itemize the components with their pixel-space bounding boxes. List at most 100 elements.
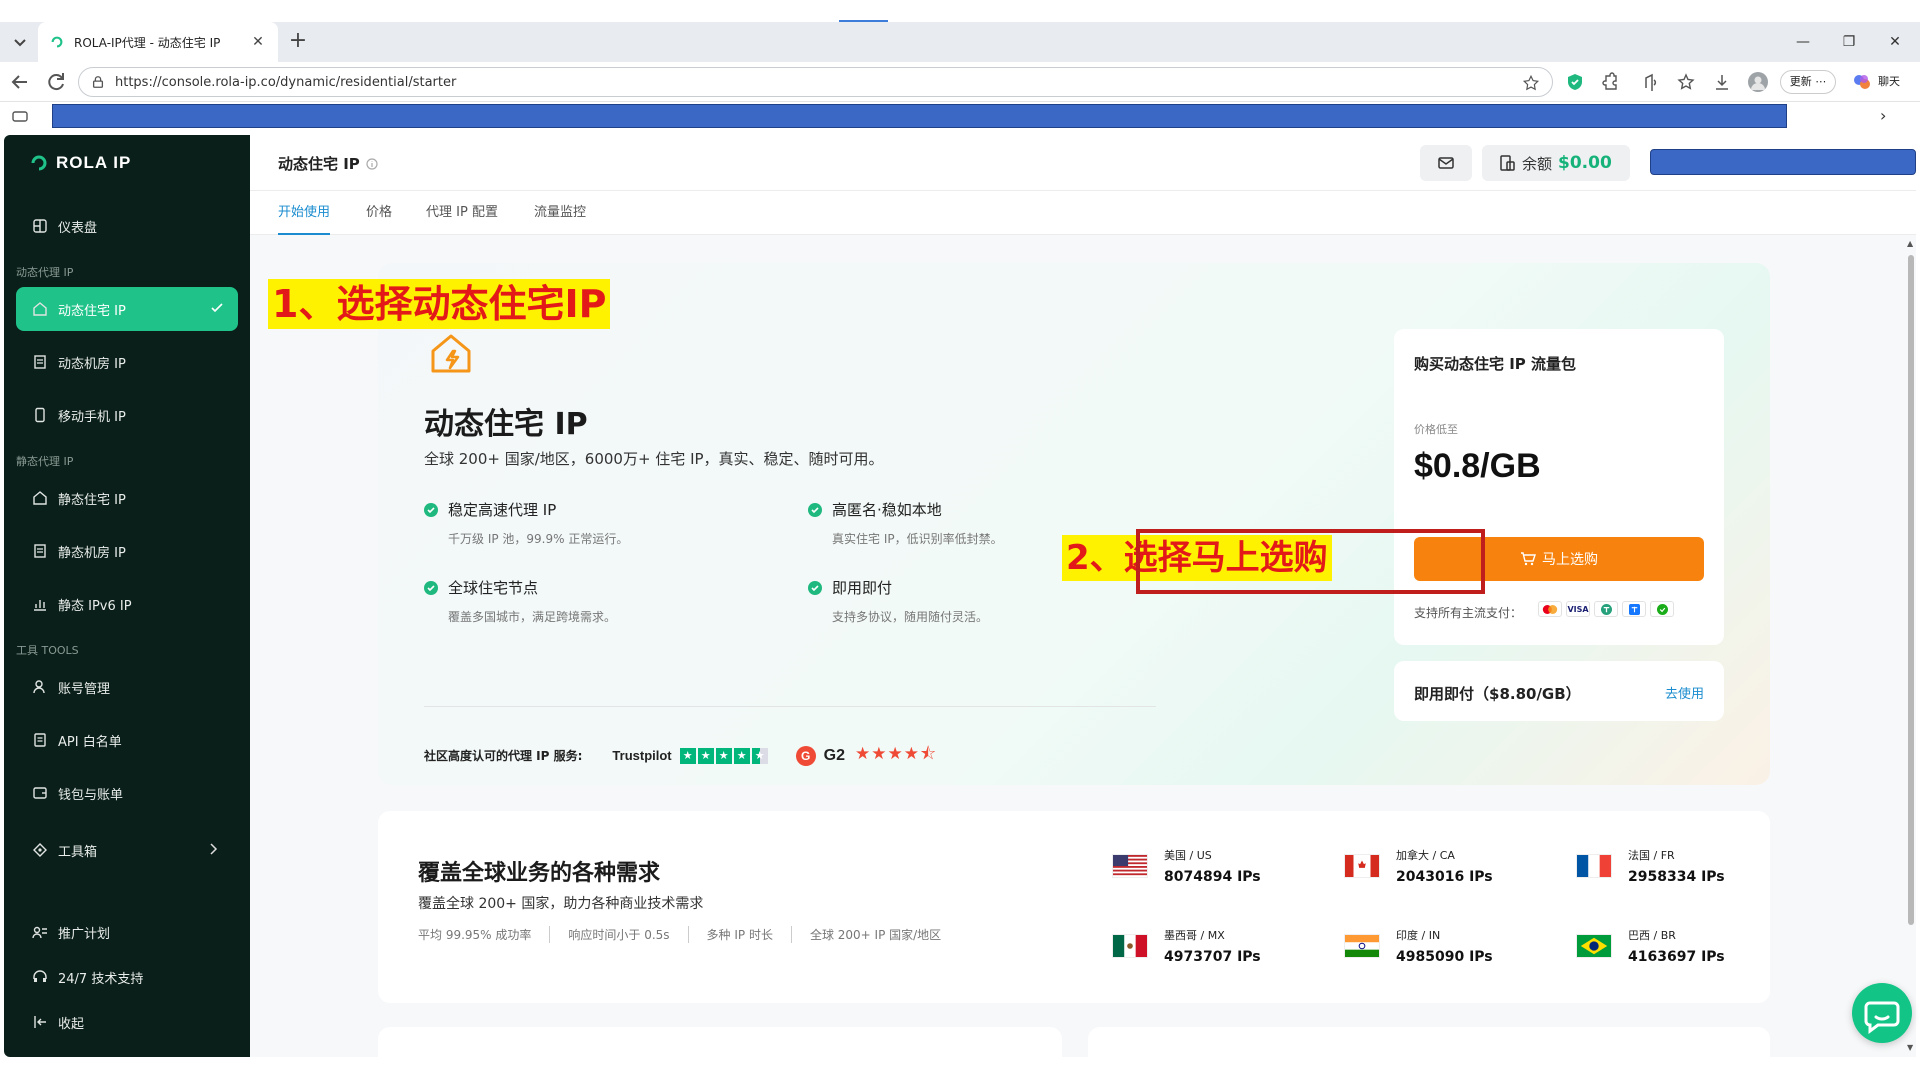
sidebar-item-dynamic-residential[interactable]: 动态住宅 IP — [16, 287, 238, 331]
update-button[interactable]: 更新 ⋯ — [1780, 70, 1836, 94]
downloads-icon[interactable] — [1712, 72, 1732, 92]
collapse-icon — [32, 1014, 48, 1030]
close-window-icon[interactable]: ✕ — [1872, 22, 1918, 62]
house-bolt-icon — [428, 331, 474, 377]
mail-icon — [1437, 154, 1455, 172]
wechat-pay-icon — [1650, 601, 1674, 617]
url-bar[interactable]: https://console.rola-ip.co/dynamic/resid… — [78, 67, 1553, 97]
g2-label: G2 — [823, 746, 845, 764]
live-chat-button[interactable] — [1852, 983, 1912, 1043]
balance-value: $0.00 — [1558, 153, 1612, 173]
sidebar-item-label: 推广计划 — [58, 926, 111, 942]
star-icon: ★ — [679, 747, 696, 764]
browser-tab[interactable]: ROLA-IP代理 - 动态住宅 IP ✕ — [38, 22, 278, 62]
g2-logo-icon[interactable]: G — [795, 745, 816, 766]
messages-button[interactable] — [1420, 145, 1472, 181]
annotation-step1: 1、选择动态住宅IP — [268, 279, 611, 329]
chat-label: 聊天 — [1878, 75, 1900, 88]
check-circle-icon — [808, 580, 822, 595]
ca-flag-icon — [1344, 854, 1380, 878]
scroll-up-icon[interactable]: ▲ — [1907, 239, 1913, 248]
sidebar-item-mobile[interactable]: 移动手机 IP — [16, 393, 238, 437]
minimize-icon[interactable]: — — [1780, 22, 1826, 62]
redacted-user-info[interactable] — [1650, 149, 1916, 175]
favorite-star-icon[interactable] — [1522, 74, 1540, 92]
country-ips: 8074894 IPs — [1164, 869, 1261, 885]
country-item-fr: 法国 / FR 2958334 IPs — [1576, 847, 1776, 885]
sidebar-item-dynamic-datacenter[interactable]: 动态机房 IP — [16, 340, 238, 384]
trustpilot-logo[interactable]: Trustpilot — [612, 748, 671, 763]
sidebar-item-static-residential[interactable]: 静态住宅 IP — [16, 476, 238, 520]
favorites-icon[interactable] — [1677, 72, 1697, 92]
sidebar-item-api-whitelist[interactable]: API 白名单 — [16, 718, 238, 762]
content-card — [378, 1027, 1062, 1067]
back-icon[interactable] — [8, 70, 32, 94]
read-aloud-icon[interactable] — [1642, 72, 1662, 92]
payment-label: 支持所有主流支付： — [1414, 606, 1523, 620]
chat-bubble-icon — [1852, 983, 1912, 1043]
sidebar-item-static-ipv6[interactable]: 静态 IPv6 IP — [16, 582, 238, 626]
rola-favicon-icon — [50, 35, 64, 49]
favorites-folder-icon[interactable] — [12, 109, 28, 123]
profile-avatar-icon[interactable] — [1748, 72, 1768, 92]
sidebar-item-toolbox[interactable]: 工具箱 — [16, 828, 238, 872]
sidebar-item-support[interactable]: 24/7 技术支持 — [16, 955, 238, 999]
copilot-icon — [1852, 72, 1872, 92]
sidebar-item-label: 24/7 技术支持 — [58, 971, 144, 987]
reload-icon[interactable] — [44, 70, 68, 94]
country-name: 美国 / US — [1164, 849, 1212, 862]
country-item-ca: 加拿大 / CA 2043016 IPs — [1344, 847, 1544, 885]
page-title-text: 动态住宅 IP — [278, 155, 360, 173]
price-label: 价格低至 — [1414, 423, 1458, 436]
tab-traffic-monitor[interactable]: 流量监控 — [534, 191, 586, 235]
check-circle-icon — [808, 502, 822, 517]
balance-button[interactable]: 余额 $0.00 — [1482, 145, 1630, 181]
site-info-lock-icon[interactable] — [91, 75, 105, 89]
pay-as-you-go-card: 即用即付（$8.80/GB） 去使用 — [1394, 661, 1724, 721]
shield-extension-icon[interactable] — [1565, 72, 1585, 92]
redacted-favorites — [52, 104, 1787, 128]
coverage-stats: 平均 99.95% 成功率 响应时间小于 0.5s 多种 IP 时长 全球 20… — [418, 926, 959, 943]
favorites-more-chevron-icon[interactable]: › — [1880, 106, 1896, 126]
info-icon[interactable] — [366, 158, 378, 170]
country-ips: 2043016 IPs — [1396, 869, 1493, 885]
sidebar-item-static-datacenter[interactable]: 静态机房 IP — [16, 529, 238, 573]
tab-list-chevron-icon[interactable] — [8, 30, 32, 54]
mx-flag-icon — [1112, 934, 1148, 958]
page-title: 动态住宅 IP — [278, 153, 378, 174]
sidebar-item-account[interactable]: 账号管理 — [16, 665, 238, 709]
copilot-chat-button[interactable]: 聊天 — [1852, 70, 1914, 94]
sidebar-item-label: API 白名单 — [58, 734, 122, 750]
url-text: https://console.rola-ip.co/dynamic/resid… — [115, 74, 457, 90]
tab-getting-started[interactable]: 开始使用 — [278, 191, 331, 235]
star-icon: ★ — [697, 747, 714, 764]
restore-icon[interactable]: ❐ — [1826, 22, 1872, 62]
sidebar-item-dashboard[interactable]: 仪表盘 — [16, 204, 238, 248]
building-icon — [32, 543, 48, 559]
content-card — [1088, 1027, 1770, 1067]
tab-proxy-config[interactable]: 代理 IP 配置 — [426, 191, 498, 235]
close-tab-icon[interactable]: ✕ — [250, 34, 266, 50]
sidebar-item-affiliate[interactable]: 推广计划 — [16, 910, 238, 954]
feature-title: 稳定高速代理 IP — [448, 501, 557, 519]
scroll-down-icon[interactable]: ▼ — [1907, 1043, 1913, 1052]
scrollbar[interactable]: ▲ ▼ — [1906, 235, 1916, 1057]
window-top-strip — [0, 0, 1920, 22]
address-toolbar: https://console.rola-ip.co/dynamic/resid… — [0, 62, 1920, 102]
payg-title: 即用即付（$8.80/GB） — [1414, 685, 1581, 703]
scrollbar-thumb[interactable] — [1908, 255, 1914, 925]
new-tab-button[interactable]: + — [286, 30, 310, 54]
logo[interactable]: ROLA IP — [30, 153, 131, 173]
browser-tab-bar: ROLA-IP代理 - 动态住宅 IP ✕ + — ❐ ✕ — [0, 22, 1920, 62]
toolbox-icon — [32, 842, 48, 858]
sidebar-item-wallet[interactable]: 钱包与账单 — [16, 771, 238, 815]
feature-desc: 覆盖多国城市，满足跨境需求。 — [448, 610, 617, 624]
sidebar-group-tools: 工具 TOOLS — [16, 644, 79, 657]
sidebar-item-collapse[interactable]: 收起 — [16, 1000, 238, 1044]
tab-pricing[interactable]: 价格 — [366, 191, 392, 235]
br-flag-icon — [1576, 934, 1612, 958]
check-circle-icon — [424, 580, 438, 595]
in-flag-icon — [1344, 934, 1380, 958]
payg-use-link[interactable]: 去使用 — [1665, 683, 1704, 702]
extensions-puzzle-icon[interactable] — [1600, 72, 1620, 92]
